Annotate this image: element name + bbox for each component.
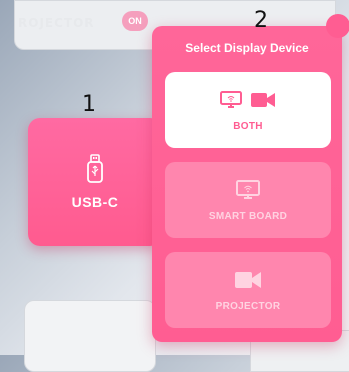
option-both[interactable]: BOTH bbox=[165, 72, 331, 148]
panel-title: Select Display Device bbox=[185, 41, 309, 55]
annotation-marker-1: 1 bbox=[82, 92, 96, 117]
background-card bbox=[24, 300, 156, 372]
projector-label: ROJECTOR bbox=[18, 16, 95, 30]
video-camera-icon bbox=[251, 92, 275, 107]
option-projector[interactable]: PROJECTOR bbox=[165, 252, 331, 328]
monitor-icon bbox=[220, 90, 242, 108]
projector-on-toggle[interactable]: ON bbox=[122, 11, 148, 31]
option-smart-board-label: SMART BOARD bbox=[208, 210, 288, 222]
option-both-label: BOTH bbox=[233, 120, 263, 132]
usb-stick-icon bbox=[87, 154, 103, 183]
panel-corner bbox=[326, 14, 349, 38]
monitor-icon bbox=[236, 179, 260, 199]
option-smart-board[interactable]: SMART BOARD bbox=[165, 162, 331, 238]
usb-c-source-card[interactable]: USB-C bbox=[28, 118, 162, 246]
option-projector-label: PROJECTOR bbox=[215, 300, 281, 312]
video-camera-icon bbox=[235, 271, 261, 288]
annotation-marker-2: 2 bbox=[254, 8, 268, 33]
display-device-panel: Select Display Device BOTH SMART BOARD P… bbox=[152, 14, 349, 342]
usb-c-label: USB-C bbox=[71, 194, 119, 210]
